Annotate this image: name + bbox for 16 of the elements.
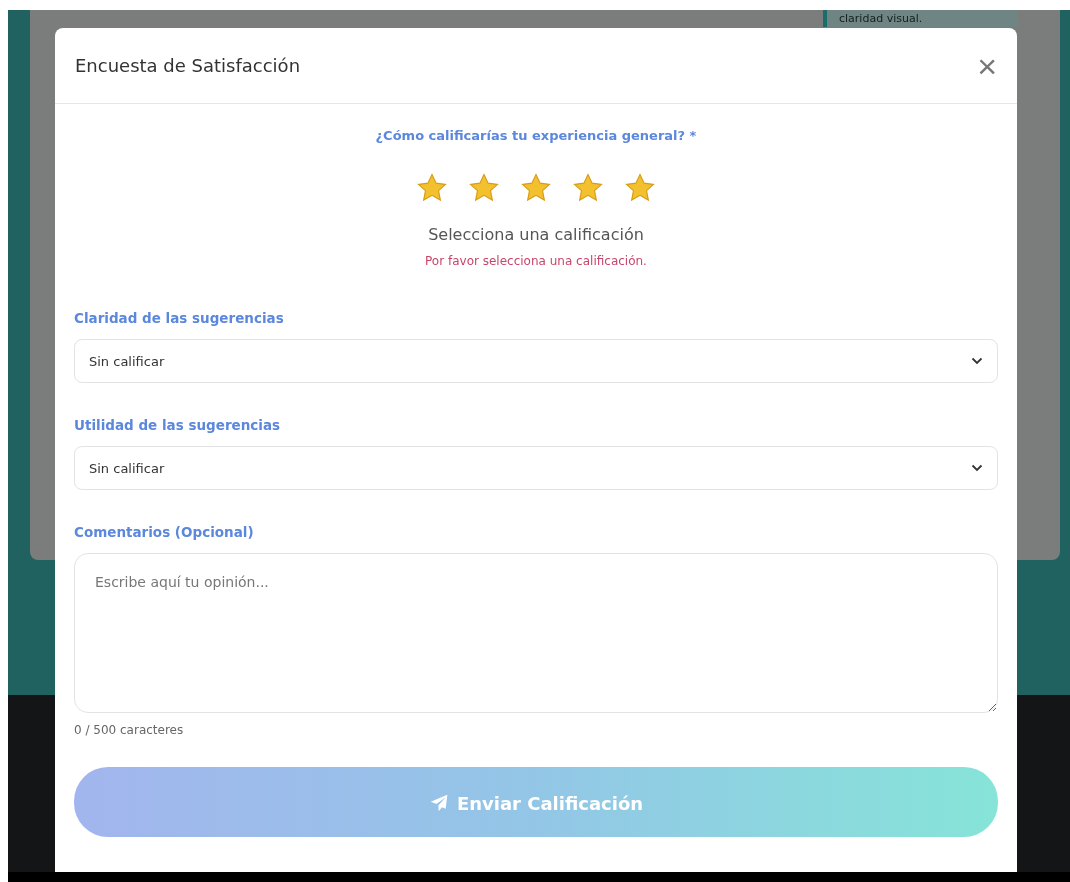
- field-label: Utilidad de las sugerencias: [74, 417, 282, 433]
- note-text: claridad visual.: [839, 12, 923, 25]
- rating-select[interactable]: Sin calificar: [74, 446, 998, 490]
- rating-status: Selecciona una calificación: [428, 225, 644, 244]
- comments-field[interactable]: Escribe aquí tu opinión...: [74, 553, 998, 713]
- field-label: Claridad de las sugerencias: [74, 310, 285, 326]
- chevron-down-icon: [971, 357, 983, 365]
- paper-plane-icon: [428, 793, 449, 813]
- error-message: Por favor selecciona una calificación.: [425, 254, 647, 268]
- chevron-down-icon: [971, 464, 983, 472]
- field-label: Comentarios (Opcional): [74, 524, 255, 540]
- close-button[interactable]: ×: [973, 48, 1001, 83]
- rating-select[interactable]: Sin calificar: [74, 339, 998, 383]
- character-counter: 0 / 500 caracteres: [74, 723, 185, 737]
- dialog-title: Encuesta de Satisfacción: [75, 55, 301, 76]
- rating-question: ¿Cómo calificarías tu experiencia general? *: [375, 128, 697, 143]
